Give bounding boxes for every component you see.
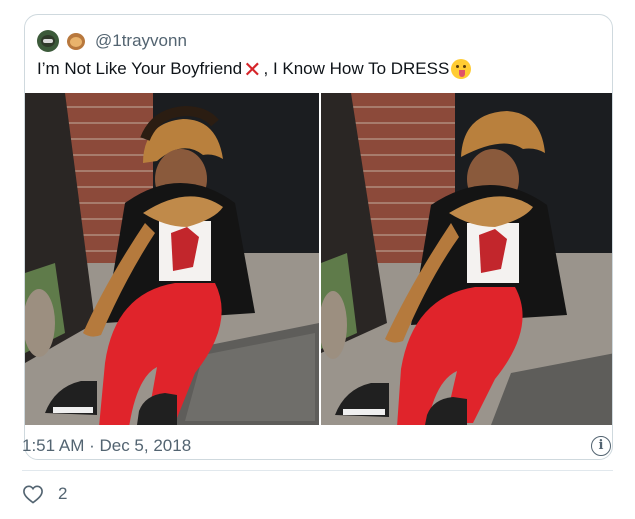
man-face-emoji-icon	[37, 30, 59, 52]
tweet-header: @1trayvonn	[37, 29, 187, 53]
user-handle[interactable]: @1trayvonn	[95, 31, 187, 51]
tweet-text: I’m Not Like Your Boyfriend ✕ , I Know H…	[37, 56, 472, 82]
info-icon[interactable]: i	[591, 436, 611, 456]
tweet-timestamp[interactable]: 1:51 AM · Dec 5, 2018	[22, 436, 191, 456]
tweet-text-part2: , I Know How To DRESS	[263, 59, 450, 78]
photo-left[interactable]	[25, 93, 319, 425]
heart-icon[interactable]	[22, 484, 44, 504]
tweet-text-part1: I’m Not Like Your Boyfriend	[37, 59, 243, 78]
cross-mark-icon: ✕	[243, 56, 262, 82]
photo-right[interactable]	[321, 93, 612, 425]
tweet-card[interactable]: @1trayvonn I’m Not Like Your Boyfriend ✕…	[24, 14, 613, 460]
see-no-evil-monkey-icon	[65, 30, 87, 52]
like-row[interactable]: 2	[22, 484, 67, 504]
winking-face-with-tongue-icon	[451, 59, 472, 79]
like-count: 2	[58, 484, 68, 503]
divider	[22, 470, 613, 471]
